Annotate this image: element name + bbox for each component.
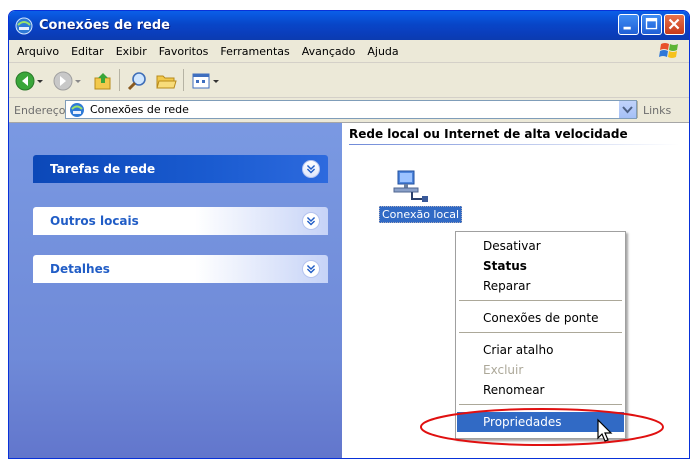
folders-icon[interactable] — [155, 71, 177, 91]
toolbar — [9, 63, 689, 98]
mouse-cursor-icon — [597, 418, 613, 442]
menu-item-create-shortcut[interactable]: Criar atalho — [457, 340, 624, 360]
chevron-down-icon — [622, 106, 633, 114]
forward-button[interactable] — [53, 71, 83, 91]
menu-item-status[interactable]: Status — [457, 256, 624, 276]
menu-separator — [459, 332, 622, 333]
menu-item-label: Reparar — [483, 279, 531, 293]
back-button[interactable] — [15, 71, 45, 91]
menu-item-rename[interactable]: Renomear — [457, 380, 624, 400]
menu-ajuda[interactable]: Ajuda — [361, 45, 404, 58]
up-folder-icon[interactable] — [93, 71, 113, 91]
menu-item-disable[interactable]: Desativar — [457, 236, 624, 256]
links-button[interactable]: Links — [643, 104, 671, 117]
maximize-button[interactable] — [641, 14, 662, 35]
menu-bar: Arquivo Editar Exibir Favoritos Ferramen… — [9, 40, 689, 63]
menu-item-bridge-connections[interactable]: Conexões de ponte — [457, 308, 624, 328]
panel-other-places[interactable]: Outros locais — [33, 207, 328, 235]
menu-item-delete: Excluir — [457, 360, 624, 380]
menu-item-label: Desativar — [483, 239, 541, 253]
menu-item-label: Criar atalho — [483, 343, 554, 357]
lan-connection-icon[interactable] — [390, 167, 430, 207]
minimize-button[interactable] — [618, 14, 639, 35]
expand-chevron-icon[interactable] — [302, 260, 320, 278]
panel-network-tasks[interactable]: Tarefas de rede — [33, 155, 328, 183]
address-value: Conexões de rede — [90, 103, 189, 116]
menu-item-label: Renomear — [483, 383, 545, 397]
address-label: Endereço — [14, 104, 66, 117]
menu-ferramentas[interactable]: Ferramentas — [214, 45, 295, 58]
title-bar[interactable]: Conexões de rede — [9, 11, 689, 40]
windows-logo-icon — [659, 43, 678, 58]
expand-chevron-icon[interactable] — [302, 160, 320, 178]
panel-title: Tarefas de rede — [50, 162, 156, 176]
network-connections-icon — [15, 17, 33, 34]
search-icon[interactable] — [127, 71, 149, 91]
menu-arquivo[interactable]: Arquivo — [11, 45, 65, 58]
group-divider — [349, 144, 679, 145]
menu-favoritos[interactable]: Favoritos — [153, 45, 215, 58]
minimize-icon — [623, 26, 631, 30]
menu-separator — [459, 300, 622, 301]
menu-item-label: Excluir — [483, 363, 524, 377]
panel-title: Detalhes — [50, 262, 110, 276]
links-separator — [637, 101, 638, 118]
menu-item-label: Status — [483, 259, 527, 273]
network-connections-icon — [70, 103, 84, 117]
menu-separator — [459, 404, 622, 405]
address-input[interactable]: Conexões de rede — [65, 100, 637, 119]
connection-label[interactable]: Conexão local — [379, 206, 463, 223]
close-icon — [668, 18, 680, 30]
views-icon[interactable] — [191, 71, 221, 91]
expand-chevron-icon[interactable] — [302, 212, 320, 230]
menu-avancado[interactable]: Avançado — [296, 45, 362, 58]
address-dropdown-button[interactable] — [618, 101, 636, 118]
highlight-ellipse — [420, 408, 664, 446]
maximize-icon — [645, 17, 658, 30]
panel-title: Outros locais — [50, 214, 139, 228]
group-heading: Rede local ou Internet de alta velocidad… — [349, 127, 628, 141]
task-pane: Tarefas de rede Outros locais Detalhes — [9, 123, 342, 458]
menu-item-label: Conexões de ponte — [483, 311, 599, 325]
menu-item-repair[interactable]: Reparar — [457, 276, 624, 296]
close-button[interactable] — [664, 14, 685, 35]
menu-editar[interactable]: Editar — [65, 45, 110, 58]
menu-exibir[interactable]: Exibir — [110, 45, 153, 58]
address-bar: Endereço Conexões de rede Links — [9, 98, 689, 123]
window-title: Conexões de rede — [39, 18, 170, 33]
panel-details[interactable]: Detalhes — [33, 255, 328, 283]
